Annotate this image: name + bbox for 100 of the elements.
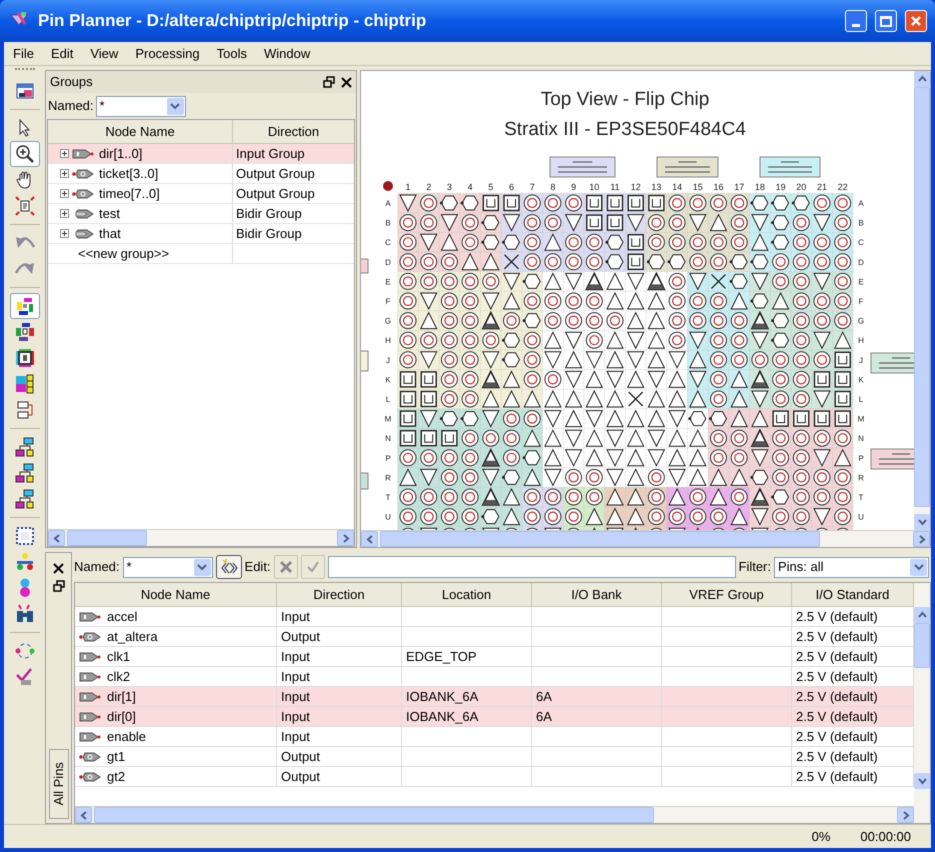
combo-box[interactable]: Pins: all	[774, 556, 929, 578]
pin-row[interactable]: gt2 Output 2.5 V (default)	[75, 767, 914, 787]
menu-item[interactable]: Processing	[128, 42, 207, 66]
pin-row[interactable]: clk1 Input EDGE_TOP 2.5 V (default)	[75, 647, 914, 667]
scroll-right-button[interactable]	[913, 531, 930, 547]
column-number: 5	[488, 182, 494, 192]
menu-item[interactable]: Edit	[44, 42, 80, 66]
horizontal-scrollbar[interactable]	[48, 529, 354, 546]
close-icon[interactable]	[341, 76, 352, 88]
pin-row[interactable]: dir[0] Input IOBANK_6A 6A 2.5 V (default)	[75, 707, 914, 727]
toggle-button[interactable]	[216, 555, 242, 579]
menu-item[interactable]: Tools	[210, 42, 254, 66]
scroll-down-button[interactable]	[914, 773, 930, 789]
node-name: ticket[3..0]	[99, 164, 158, 183]
vertical-scrollbar[interactable]	[914, 583, 930, 823]
row-label: N	[385, 434, 391, 444]
column-header[interactable]: VREF Group	[662, 583, 792, 606]
input-pin-icon	[79, 690, 101, 702]
horizontal-scrollbar[interactable]	[361, 530, 930, 547]
column-header[interactable]: Node Name	[75, 583, 277, 606]
group-row[interactable]: ticket[3..0] Output Group	[48, 164, 354, 184]
new-group-item[interactable]: <<new group>>	[78, 244, 170, 264]
row-label: U	[385, 512, 391, 522]
pin-map-drawing[interactable]	[397, 193, 854, 530]
scroll-up-button[interactable]	[914, 607, 930, 623]
pin-row[interactable]: clk2 Input 2.5 V (default)	[75, 667, 914, 687]
cancel-button[interactable]	[274, 555, 298, 579]
horizontal-scrollbar[interactable]	[75, 806, 914, 823]
scroll-right-button[interactable]	[337, 530, 354, 546]
table-cell-text: 6A	[535, 708, 552, 726]
combo-box[interactable]: *	[122, 556, 213, 578]
scroll-thumb[interactable]	[914, 623, 930, 668]
table-cell-text: 2.5 V (default)	[795, 748, 878, 766]
direction-text: Output Group	[236, 184, 315, 203]
pin-row[interactable]: accel Input 2.5 V (default)	[75, 607, 914, 627]
io-bank-tag[interactable]	[361, 350, 368, 372]
column-header[interactable]: Location	[402, 583, 532, 606]
expand-icon[interactable]	[60, 149, 69, 158]
combo-box[interactable]: *	[96, 96, 186, 116]
close-button[interactable]	[905, 10, 927, 32]
row-label: M	[384, 414, 392, 424]
io-bank-tag[interactable]	[760, 156, 820, 178]
scroll-down-button[interactable]	[914, 514, 930, 530]
row-label: T	[386, 493, 390, 502]
expand-icon[interactable]	[60, 189, 69, 198]
scroll-left-button[interactable]	[48, 530, 65, 546]
direction-text: Bidir Group	[236, 224, 302, 243]
io-bank-tag[interactable]	[656, 156, 718, 178]
column-header[interactable]: Direction	[233, 120, 354, 143]
node-name: enable	[107, 728, 146, 746]
row-label: C	[385, 238, 391, 248]
table-cell-text: Input	[280, 688, 310, 706]
expand-icon[interactable]	[60, 209, 69, 218]
pin-row[interactable]: enable Input 2.5 V (default)	[75, 727, 914, 747]
group-row[interactable]: dir[1..0] Input Group	[48, 144, 354, 164]
scroll-right-button[interactable]	[897, 807, 914, 823]
column-number: 7	[530, 182, 535, 192]
toolbar-button[interactable]	[10, 293, 40, 319]
table-cell-text: Input	[280, 708, 310, 726]
minimize-button[interactable]	[845, 10, 867, 32]
row-label: K	[385, 375, 391, 384]
menu-item[interactable]: Window	[256, 42, 318, 66]
restore-icon[interactable]	[323, 76, 335, 88]
expand-icon[interactable]	[60, 169, 69, 178]
column-header[interactable]: Node Name	[48, 120, 233, 143]
maximize-button[interactable]	[875, 10, 897, 32]
menu-item[interactable]: File	[6, 42, 41, 66]
group-row[interactable]: test Bidir Group	[48, 204, 354, 224]
group-row[interactable]: timeo[7..0] Output Group	[48, 184, 354, 204]
scroll-left-button[interactable]	[75, 807, 92, 823]
pin-row[interactable]: at_altera Output 2.5 V (default)	[75, 627, 914, 647]
scroll-thumb[interactable]	[380, 531, 820, 547]
column-header[interactable]: I/O Bank	[532, 583, 662, 606]
io-bank-tag[interactable]	[550, 156, 616, 178]
all-pins-tab[interactable]: All Pins	[48, 749, 68, 819]
row-label: A	[385, 199, 391, 208]
scroll-left-button[interactable]	[361, 531, 378, 547]
io-bank-tag[interactable]	[361, 472, 368, 490]
toolbar-button[interactable]	[10, 141, 40, 167]
column-number: 1	[406, 182, 410, 192]
edit-field[interactable]	[328, 556, 736, 578]
io-bank-tag[interactable]	[870, 448, 914, 470]
expand-icon[interactable]	[60, 229, 69, 238]
pin-row[interactable]: gt1 Output 2.5 V (default)	[75, 747, 914, 767]
row-label: B	[385, 218, 391, 228]
table-cell-text: Input	[280, 728, 310, 746]
io-bank-tag[interactable]	[361, 258, 368, 274]
restore-icon[interactable]	[52, 580, 64, 592]
io-bank-tag[interactable]	[870, 352, 914, 374]
menu-item[interactable]: View	[83, 42, 126, 66]
cross-icon	[278, 560, 293, 574]
scroll-up-button[interactable]	[914, 71, 930, 87]
sparkle-chevrons-icon	[220, 559, 238, 575]
pin-row[interactable]: dir[1] Input IOBANK_6A 6A 2.5 V (default)	[75, 687, 914, 707]
close-icon[interactable]	[53, 563, 64, 574]
scroll-thumb[interactable]	[94, 807, 654, 823]
scroll-thumb[interactable]	[67, 530, 147, 546]
column-number: 12	[630, 182, 641, 192]
group-row[interactable]: that Bidir Group	[48, 224, 354, 244]
column-header[interactable]: Direction	[277, 583, 402, 606]
